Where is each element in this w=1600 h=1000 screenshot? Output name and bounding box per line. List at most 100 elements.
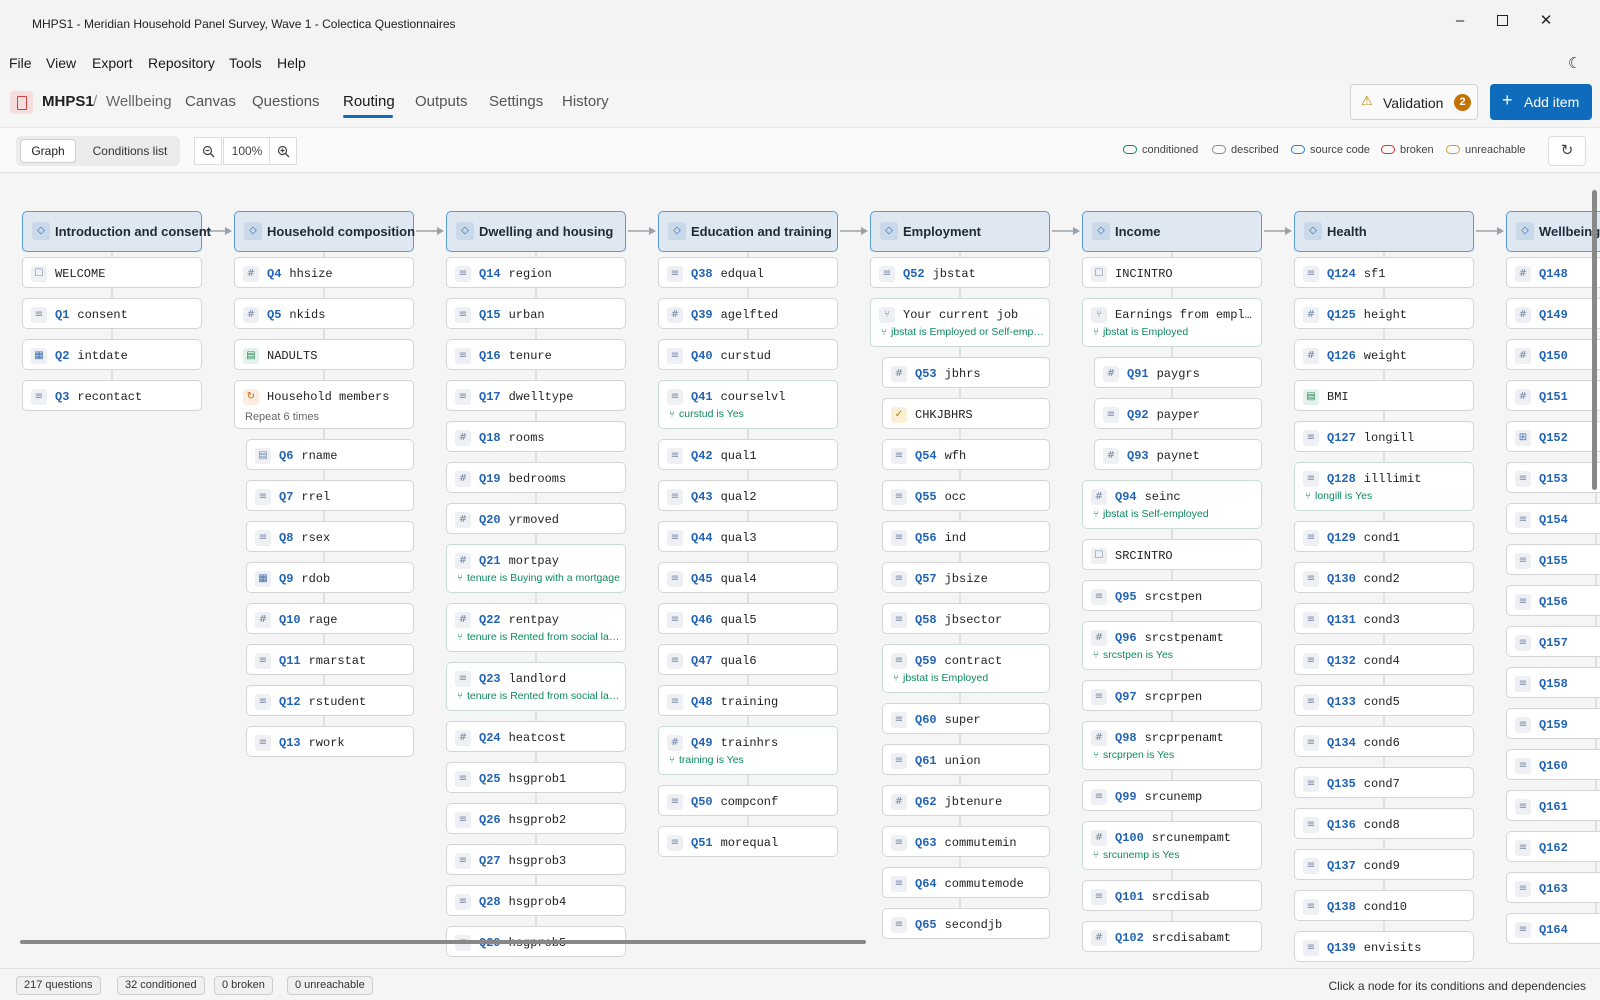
question-node[interactable]: # Q21 mortpay ⑂ tenure is Buying with a mort… (446, 544, 626, 593)
maximize-button[interactable] (1479, 5, 1525, 35)
question-node[interactable]: ≡ Q139 envisits (1294, 931, 1474, 962)
question-node[interactable]: ≡ Q161 (1506, 790, 1600, 821)
question-node[interactable]: ≡ Q132 cond4 (1294, 644, 1474, 675)
question-node[interactable]: ▤ Q6 rname (246, 439, 414, 470)
menu-tools[interactable]: Tools (229, 55, 262, 71)
question-node[interactable]: ≡ Q156 (1506, 585, 1600, 616)
validation-button[interactable]: ⚠ Validation 2 (1350, 84, 1478, 120)
question-node[interactable]: ≡ Q55 occ (882, 480, 1050, 511)
theme-toggle-icon[interactable]: ☾ (1568, 54, 1581, 72)
question-node[interactable]: ≡ Q54 wfh (882, 439, 1050, 470)
question-node[interactable]: # Q62 jbtenure (882, 785, 1050, 816)
tab-routing[interactable]: Routing (343, 93, 395, 110)
question-node[interactable]: # Q100 srcunempamt ⑂ srcunemp is Yes (1082, 821, 1262, 870)
question-node[interactable]: ≡ Q164 (1506, 913, 1600, 944)
item-node[interactable]: ☐ SRCINTRO (1082, 539, 1262, 570)
question-node[interactable]: ≡ Q99 srcunemp (1082, 780, 1262, 811)
question-node[interactable]: ≡ Q124 sf1 (1294, 257, 1474, 288)
question-node[interactable]: ≡ Q48 training (658, 685, 838, 716)
question-node[interactable]: ≡ Q131 cond3 (1294, 603, 1474, 634)
question-node[interactable]: # Q53 jbhrs (882, 357, 1050, 388)
question-node[interactable]: ≡ Q59 contract ⑂ jbstat is Employed (882, 644, 1050, 693)
question-node[interactable]: # Q49 trainhrs ⑂ training is Yes (658, 726, 838, 775)
question-node[interactable]: ≡ Q27 hsgprob3 (446, 844, 626, 875)
conditions-list-button[interactable]: Conditions list (86, 139, 174, 163)
question-node[interactable]: ≡ Q14 region (446, 257, 626, 288)
question-node[interactable]: ≡ Q137 cond9 (1294, 849, 1474, 880)
section-header[interactable]: ◇ Household composition (234, 211, 415, 252)
question-node[interactable]: ≡ Q129 cond1 (1294, 521, 1474, 552)
question-node[interactable]: ≡ Q40 curstud (658, 339, 838, 370)
question-node[interactable]: ≡ Q136 cond8 (1294, 808, 1474, 839)
question-node[interactable]: ≡ Q43 qual2 (658, 480, 838, 511)
question-node[interactable]: ≡ Q162 (1506, 831, 1600, 862)
item-node[interactable]: ▤ NADULTS (234, 339, 414, 370)
breadcrumb-page[interactable]: Wellbeing (106, 93, 172, 110)
question-node[interactable]: ≡ Q41 courselvl ⑂ curstud is Yes (658, 380, 838, 429)
question-node[interactable]: ≡ Q7 rrel (246, 480, 414, 511)
refresh-button[interactable]: ↻ (1548, 136, 1586, 166)
horizontal-scrollbar[interactable] (20, 940, 866, 944)
question-node[interactable]: ≡ Q8 rsex (246, 521, 414, 552)
question-node[interactable]: ≡ Q44 qual3 (658, 521, 838, 552)
question-node[interactable]: ≡ Q134 cond6 (1294, 726, 1474, 757)
question-node[interactable]: ≡ Q1 consent (22, 298, 202, 329)
section-header[interactable]: ◇ Dwelling and housing (446, 211, 626, 252)
question-node[interactable]: # Q39 agelfted (658, 298, 838, 329)
question-node[interactable]: ≡ Q130 cond2 (1294, 562, 1474, 593)
menu-export[interactable]: Export (92, 55, 132, 71)
question-node[interactable]: ≡ Q127 longill (1294, 421, 1474, 452)
add-item-button[interactable]: + Add item (1490, 84, 1592, 120)
question-node[interactable]: ≡ Q138 cond10 (1294, 890, 1474, 921)
question-node[interactable]: ≡ Q60 super (882, 703, 1050, 734)
breadcrumb-code[interactable]: MHPS1 (42, 93, 94, 110)
question-node[interactable]: ≡ Q92 payper (1094, 398, 1262, 429)
question-node[interactable]: ≡ Q61 union (882, 744, 1050, 775)
tab-questions[interactable]: Questions (252, 93, 320, 110)
question-node[interactable]: ≡ Q26 hsgprob2 (446, 803, 626, 834)
minimize-button[interactable]: – (1437, 5, 1483, 35)
question-node[interactable]: ≡ Q153 (1506, 462, 1600, 493)
question-node[interactable]: # Q20 yrmoved (446, 503, 626, 534)
routing-graph-canvas[interactable]: ◇ Introduction and consent ☐ WELCOME ≡ Q1 cons… (0, 173, 1600, 968)
question-node[interactable]: ⊞ Q152 (1506, 421, 1600, 452)
question-node[interactable]: ≡ Q58 jbsector (882, 603, 1050, 634)
question-node[interactable]: ≡ Q46 qual5 (658, 603, 838, 634)
question-node[interactable]: ≡ Q97 srcprpen (1082, 680, 1262, 711)
question-node[interactable]: ≡ Q47 qual6 (658, 644, 838, 675)
question-node[interactable]: # Q96 srcstpenamt ⑂ srcstpen is Yes (1082, 621, 1262, 670)
item-node[interactable]: ✓ CHKJBHRS (882, 398, 1050, 429)
question-node[interactable]: # Q126 weight (1294, 339, 1474, 370)
question-node[interactable]: # Q10 rage (246, 603, 414, 634)
question-node[interactable]: # Q5 nkids (234, 298, 414, 329)
question-node[interactable]: # Q22 rentpay ⑂ tenure is Rented from social… (446, 603, 626, 652)
question-node[interactable]: ≡ Q155 (1506, 544, 1600, 575)
item-node[interactable]: ⑂ Your current job ⑂ jbstat is Employed or … (870, 298, 1050, 347)
section-header[interactable]: ◇ Employment (870, 211, 1050, 252)
section-header[interactable]: ◇ Health (1294, 211, 1474, 252)
question-node[interactable]: ≡ Q154 (1506, 503, 1600, 534)
question-node[interactable]: ≡ Q28 hsgprob4 (446, 885, 626, 916)
section-header[interactable]: ◇ Wellbeing (1506, 211, 1600, 252)
question-node[interactable]: ≡ Q63 commutemin (882, 826, 1050, 857)
question-node[interactable]: ≡ Q23 landlord ⑂ tenure is Rented from socia… (446, 662, 626, 711)
item-node[interactable]: ▤ BMI (1294, 380, 1474, 411)
section-header[interactable]: ◇ Introduction and consent (22, 211, 211, 252)
item-node[interactable]: ☐ WELCOME (22, 257, 202, 288)
question-node[interactable]: # Q91 paygrs (1094, 357, 1262, 388)
question-node[interactable]: ▦ Q2 intdate (22, 339, 202, 370)
item-node[interactable]: ☐ INCINTRO (1082, 257, 1262, 288)
tab-settings[interactable]: Settings (489, 93, 543, 110)
item-node[interactable]: ↻ Household members Repeat 6 times (234, 380, 414, 429)
question-node[interactable]: ≡ Q25 hsgprob1 (446, 762, 626, 793)
question-node[interactable]: ▦ Q9 rdob (246, 562, 414, 593)
question-node[interactable]: # Q125 height (1294, 298, 1474, 329)
question-node[interactable]: # Q18 rooms (446, 421, 626, 452)
question-node[interactable]: ≡ Q65 secondjb (882, 908, 1050, 939)
question-node[interactable]: ≡ Q13 rwork (246, 726, 414, 757)
menu-help[interactable]: Help (277, 55, 306, 71)
question-node[interactable]: # Q151 (1506, 380, 1600, 411)
tab-canvas[interactable]: Canvas (185, 93, 236, 110)
question-node[interactable]: ≡ Q50 compconf (658, 785, 838, 816)
question-node[interactable]: # Q149 (1506, 298, 1600, 329)
